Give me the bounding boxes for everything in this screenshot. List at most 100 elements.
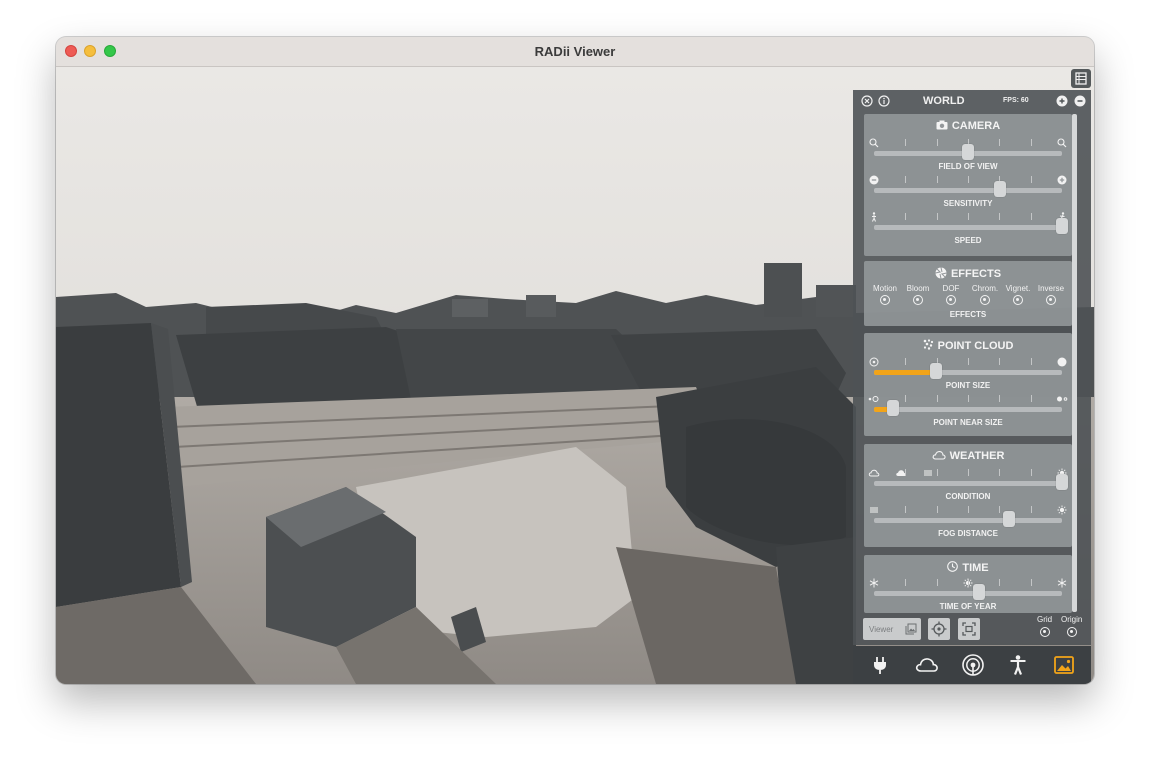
slider-tick: [1030, 579, 1032, 586]
camera-section-title: CAMERA: [951, 120, 1001, 132]
slider-tick: [905, 139, 907, 146]
slider-ticks: [874, 395, 1062, 402]
slider-tick: [968, 506, 969, 513]
slider-tick: [968, 579, 969, 586]
slider-tick: [999, 469, 1001, 476]
close-panel-icon[interactable]: [861, 95, 873, 107]
condition-slider[interactable]: [874, 474, 1068, 490]
fog-distance-slider[interactable]: [874, 511, 1062, 527]
point-size-thumb[interactable]: [930, 363, 943, 379]
time-section-title: TIME: [962, 562, 989, 574]
bottom-dock: [853, 646, 1091, 684]
slider-tick: [936, 395, 938, 402]
slider-ticks: [874, 506, 1062, 513]
slider-tick: [999, 506, 1001, 513]
effect-label-vignet: Vignet.: [1005, 284, 1031, 293]
camera-section-header: CAMERA: [864, 120, 1072, 132]
motion-toggle[interactable]: [880, 295, 890, 305]
slider-tick: [1030, 506, 1032, 513]
fog-distance-label: FOG DISTANCE: [938, 529, 998, 538]
speed-slider[interactable]: [874, 218, 1068, 234]
field-of-view-slider[interactable]: [874, 144, 1062, 160]
panel-scrollbar[interactable]: [1072, 114, 1077, 612]
bloom-toggle[interactable]: [913, 295, 923, 305]
effect-label-bloom: Bloom: [906, 284, 930, 293]
slider-tick: [1030, 213, 1032, 220]
time-section: TIME TIME OF YEAR: [864, 555, 1072, 613]
slider-ticks: [874, 213, 1062, 220]
slider-tick: [936, 213, 938, 220]
chrom-toggle[interactable]: [980, 295, 990, 305]
point-cloud-section-title: POINT CLOUD: [937, 340, 1014, 352]
inverse-toggle[interactable]: [1046, 295, 1056, 305]
point-cloud-section: POINT CLOUD POINT SIZE POINT NEAR SIZE: [864, 333, 1072, 436]
broadcast-icon[interactable]: [961, 654, 985, 676]
point-near-size-label: POINT NEAR SIZE: [933, 418, 1003, 427]
slider-tick: [1030, 139, 1032, 146]
field-of-view-thumb[interactable]: [962, 144, 974, 160]
plug-icon[interactable]: [869, 654, 891, 676]
point-size-slider[interactable]: [874, 363, 1062, 379]
time-of-year-slider[interactable]: [874, 584, 1062, 600]
gallery-icon: [905, 623, 917, 635]
crosshair-icon: [931, 621, 947, 637]
slider-tick: [999, 139, 1001, 146]
dof-toggle[interactable]: [946, 295, 956, 305]
point-near-size-thumb[interactable]: [886, 400, 899, 416]
viewer-label: Viewer: [869, 625, 894, 634]
weather-section-header: WEATHER: [864, 450, 1072, 462]
point-size-label: POINT SIZE: [945, 381, 991, 390]
remove-icon[interactable]: [1074, 95, 1086, 107]
target-button[interactable]: [928, 618, 950, 640]
condition-thumb[interactable]: [1056, 474, 1068, 490]
add-icon[interactable]: [1056, 95, 1068, 107]
effects-section-header: EFFECTS: [864, 267, 1072, 280]
image-icon[interactable]: [1053, 654, 1075, 676]
origin-toggle[interactable]: [1067, 627, 1077, 637]
time-of-year-thumb[interactable]: [973, 584, 986, 600]
world-panel: WORLD FPS: 60 CAMERA FIELD OF VIEW SENSI…: [853, 90, 1091, 645]
effects-section-title: EFFECTS: [950, 268, 1002, 280]
slider-ticks: [874, 176, 1062, 183]
effects-section: EFFECTS Motion Bloom DOF Chrom. Vignet. …: [864, 261, 1072, 326]
time-section-header: TIME: [864, 561, 1072, 574]
frame-button[interactable]: [958, 618, 980, 640]
slider-tick: [936, 506, 938, 513]
speed-thumb[interactable]: [1056, 218, 1068, 234]
slider-tick: [905, 176, 907, 183]
effect-label-dof: DOF: [942, 284, 960, 293]
fog-distance-thumb[interactable]: [1003, 511, 1016, 527]
camera-section: CAMERA FIELD OF VIEW SENSITIVITY SPEED: [864, 114, 1072, 256]
app-window: RADii Viewer WORLD FPS: 60 CAMERA FIELD …: [56, 37, 1094, 684]
camera-icon: [936, 120, 948, 130]
effect-label-chrom: Chrom.: [971, 284, 999, 293]
slider-ticks: [874, 358, 1062, 365]
weather-section: WEATHER CONDITION FOG DISTANCE: [864, 444, 1072, 547]
fps-counter: FPS: 60: [1003, 97, 1029, 104]
slider-tick: [1030, 176, 1032, 183]
clock-icon: [947, 561, 959, 572]
person-icon[interactable]: [1007, 654, 1029, 676]
slider-tick: [936, 176, 938, 183]
panel-toggle-button[interactable]: [1071, 69, 1091, 88]
info-icon[interactable]: [878, 95, 890, 107]
slider-tick: [936, 579, 938, 586]
slider-tick: [999, 395, 1001, 402]
panel-bottom-controls: Viewer Grid Origin: [853, 615, 1091, 645]
vignet-toggle[interactable]: [1013, 295, 1023, 305]
slider-ticks: [874, 579, 1062, 586]
effect-label-inverse: Inverse: [1037, 284, 1065, 293]
viewer-button[interactable]: Viewer: [863, 618, 921, 640]
aperture-icon: [935, 267, 947, 279]
panel-title: WORLD: [923, 95, 965, 107]
point-near-size-slider[interactable]: [874, 400, 1062, 416]
slider-tick: [999, 213, 1001, 220]
sensitivity-slider[interactable]: [874, 181, 1062, 197]
title-bar: RADii Viewer: [56, 37, 1094, 67]
sensitivity-thumb[interactable]: [993, 181, 1006, 197]
cloud-icon[interactable]: [914, 654, 940, 676]
grid-label: Grid: [1037, 615, 1053, 624]
grid-toggle[interactable]: [1040, 627, 1050, 637]
cloud-icon: [932, 450, 946, 460]
speed-label: SPEED: [954, 236, 982, 245]
